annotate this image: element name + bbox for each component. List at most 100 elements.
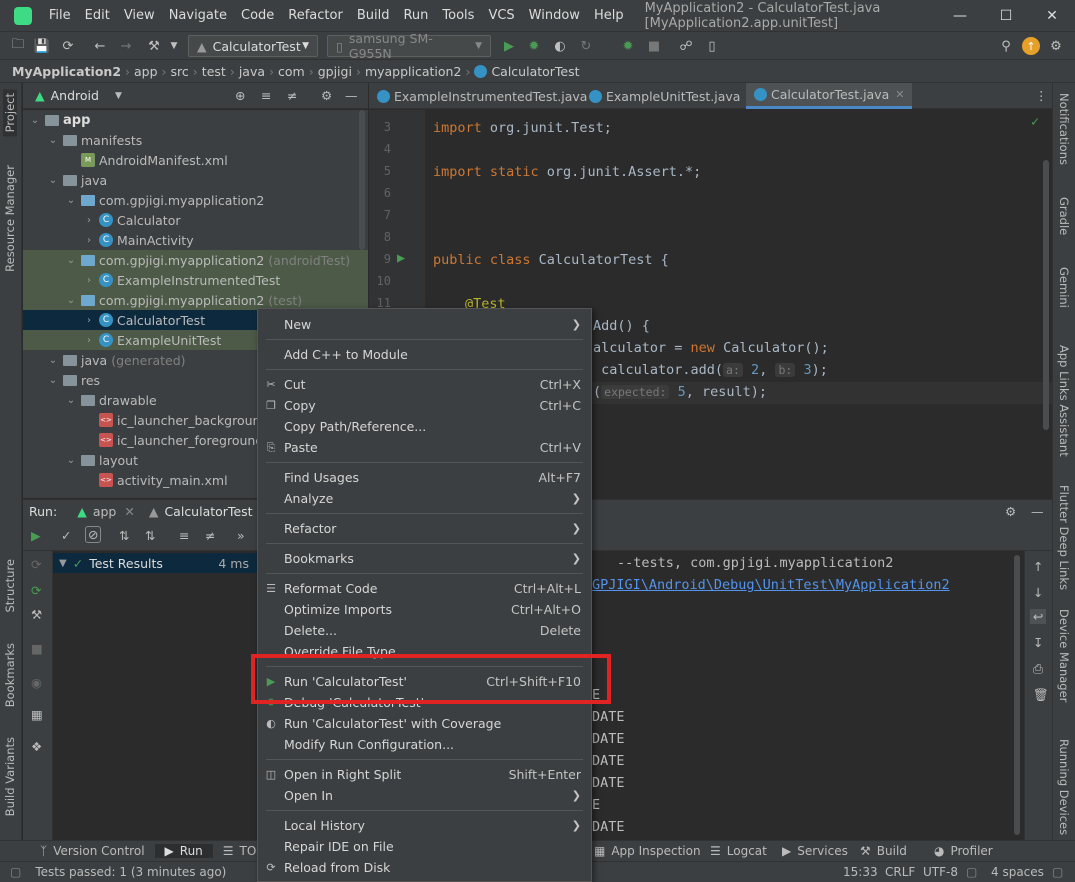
menu-item-open-in-right-split[interactable]: ◫ Open in Right Split Shift+Enter (258, 764, 591, 785)
menu-item-modify-run-configuration[interactable]: Modify Run Configuration... (258, 734, 591, 755)
coverage-icon[interactable]: ◐ (550, 36, 570, 56)
arrow-down-icon[interactable]: ↓ (1033, 585, 1043, 600)
device-select[interactable]: ▯ samsung SM-G955N ▼ (327, 31, 491, 61)
tool-tab-build-variants[interactable]: Build Variants (3, 737, 17, 816)
breadcrumb-item[interactable]: app (134, 64, 158, 79)
locate-icon[interactable]: ⊕ (235, 88, 245, 103)
chevron-down-icon[interactable]: ⌄ (47, 175, 59, 186)
breadcrumb-item[interactable]: CalculatorTest (491, 64, 579, 79)
tool-tab-services[interactable]: ▶ Services (772, 844, 858, 858)
more-icon[interactable]: » (237, 528, 245, 543)
tool-tab-project[interactable]: Project (3, 89, 17, 137)
rerun-icon[interactable]: ▶ (31, 528, 41, 543)
menu-item-copy-path-reference[interactable]: Copy Path/Reference... (258, 416, 591, 437)
show-passed-icon[interactable]: ✓ (61, 528, 71, 543)
chevron-down-icon[interactable]: ⌄ (65, 395, 77, 406)
breadcrumb-item[interactable]: com (278, 64, 305, 79)
menu-item-cut[interactable]: ✂ Cut Ctrl+X (258, 374, 591, 395)
sort-alpha-icon[interactable]: ⇅ (119, 528, 129, 543)
scroll-to-end-icon[interactable]: ↧ (1033, 635, 1043, 650)
menu-item-reformat-code[interactable]: ☰ Reformat Code Ctrl+Alt+L (258, 578, 591, 599)
run-icon[interactable]: ▶ (499, 36, 519, 56)
stop-icon[interactable]: ■ (31, 641, 43, 656)
menu-item-add-c-to-module[interactable]: Add C++ to Module (258, 344, 591, 365)
menu-vcs[interactable]: VCS (481, 8, 521, 23)
line-separator[interactable]: CRLF (885, 865, 915, 879)
chevron-down-icon[interactable]: ▼ (115, 91, 122, 101)
tool-tab-version-control[interactable]: ᛉ Version Control (30, 844, 155, 858)
wrench-icon[interactable]: ⚒ (31, 607, 42, 622)
menu-item-local-history[interactable]: Local History ❯ (258, 815, 591, 836)
chevron-down-icon[interactable]: ⌄ (47, 375, 59, 386)
caret-position[interactable]: 15:33 (843, 865, 878, 879)
chevron-down-icon[interactable]: ⌄ (29, 115, 41, 126)
soft-wrap-icon[interactable]: ↩ (1030, 609, 1047, 624)
tool-tab-running-devices[interactable]: Running Devices (1057, 739, 1071, 835)
maximize-icon[interactable]: ☐ (983, 0, 1029, 31)
menu-item-refactor[interactable]: Refactor ❯ (258, 518, 591, 539)
collapse-all-icon[interactable]: ≠ (205, 528, 215, 543)
tool-tab-profiler[interactable]: ◕ Profiler (924, 844, 1003, 858)
print-icon[interactable]: ⎙ (1033, 661, 1043, 677)
tree-item[interactable]: ⌄ com.gpjigi.myapplication2 (androidTest) (23, 250, 368, 270)
settings-gear-icon[interactable]: ⚙ (1005, 504, 1016, 519)
device-mirror-icon[interactable]: ☍ (676, 36, 696, 56)
editor-scrollbar[interactable] (1043, 160, 1049, 430)
show-ignored-icon[interactable]: ⊘ (85, 526, 102, 543)
rerun-failed-icon[interactable]: ⟳ (31, 557, 41, 572)
breadcrumb-item[interactable]: myapplication2 (365, 64, 461, 79)
debug-icon[interactable]: ✹ (524, 36, 544, 56)
menu-item-new[interactable]: New ❯ (258, 314, 591, 335)
breadcrumb-item[interactable]: gpjigi (318, 64, 352, 79)
menu-help[interactable]: Help (587, 8, 631, 23)
close-tab-icon[interactable]: ✕ (124, 504, 134, 519)
memory-icon[interactable]: ▢ (1052, 865, 1063, 879)
run-gutter-icon[interactable]: ▶ (397, 250, 405, 266)
tree-item[interactable]: ⌄ manifests (23, 130, 368, 150)
tool-tab-resource-manager[interactable]: Resource Manager (3, 165, 17, 272)
back-icon[interactable]: ← (90, 36, 110, 56)
sync-icon[interactable]: ⟳ (58, 36, 78, 56)
menu-refactor[interactable]: Refactor (281, 8, 350, 23)
chevron-right-icon[interactable]: › (83, 235, 95, 246)
layout-icon[interactable]: ▦ (31, 707, 43, 722)
menu-item-find-usages[interactable]: Find Usages Alt+F7 (258, 467, 591, 488)
tool-tab-build[interactable]: ⚒ Build (850, 844, 917, 858)
tree-item[interactable]: › C MainActivity (23, 230, 368, 250)
arrow-up-icon[interactable]: ↑ (1033, 559, 1043, 574)
menu-code[interactable]: Code (234, 8, 281, 23)
close-tab-icon[interactable]: ✕ (895, 88, 904, 101)
menu-navigate[interactable]: Navigate (162, 8, 234, 23)
menu-item-bookmarks[interactable]: Bookmarks ❯ (258, 548, 591, 569)
tab-example-unit-test[interactable]: ExampleUnitTest.java✕ (581, 83, 764, 109)
chevron-right-icon[interactable]: › (83, 335, 95, 346)
eye-icon[interactable]: ◉ (31, 675, 42, 690)
tree-item[interactable]: M AndroidManifest.xml (23, 150, 368, 170)
breadcrumb-item[interactable]: java (239, 64, 265, 79)
menu-item-reload-from-disk[interactable]: ⟳ Reload from Disk (258, 857, 591, 878)
expand-all-icon[interactable]: ≡ (261, 88, 271, 103)
tree-item[interactable]: › C ExampleInstrumentedTest (23, 270, 368, 290)
menu-item-optimize-imports[interactable]: Optimize Imports Ctrl+Alt+O (258, 599, 591, 620)
tool-tab-app-links-assistant[interactable]: App Links Assistant (1057, 345, 1071, 457)
run-tab-app[interactable]: app (93, 504, 117, 519)
tree-item[interactable]: ⌄ java (23, 170, 368, 190)
tree-item[interactable]: ⌄ com.gpjigi.myapplication2 (test) (23, 290, 368, 310)
device-manager-icon[interactable]: ▯ (702, 36, 722, 56)
tool-tab-flutter-deep-links[interactable]: Flutter Deep Links (1057, 485, 1071, 590)
chevron-down-icon[interactable]: ▼ (164, 36, 184, 56)
lock-icon[interactable]: ▢ (966, 865, 977, 879)
menu-build[interactable]: Build (350, 8, 397, 23)
menu-file[interactable]: File (42, 8, 78, 23)
trash-icon[interactable]: 🗑 (1033, 687, 1049, 703)
menu-window[interactable]: Window (522, 8, 587, 23)
tool-tab-structure[interactable]: Structure (3, 559, 17, 613)
collapse-all-icon[interactable]: ≠ (287, 88, 297, 103)
console-link[interactable]: GPJIGI\Android\Debug\UnitTest\MyApplicat… (592, 577, 950, 593)
breadcrumb-item[interactable]: src (171, 64, 189, 79)
chevron-right-icon[interactable]: › (83, 215, 95, 226)
save-icon[interactable]: 💾 (32, 36, 52, 56)
attach-debugger-icon[interactable]: ✹ (618, 36, 638, 56)
sort-duration-icon[interactable]: ⇅ (145, 528, 155, 543)
tool-tab-app-inspection[interactable]: ▦ App Inspection (584, 844, 711, 858)
